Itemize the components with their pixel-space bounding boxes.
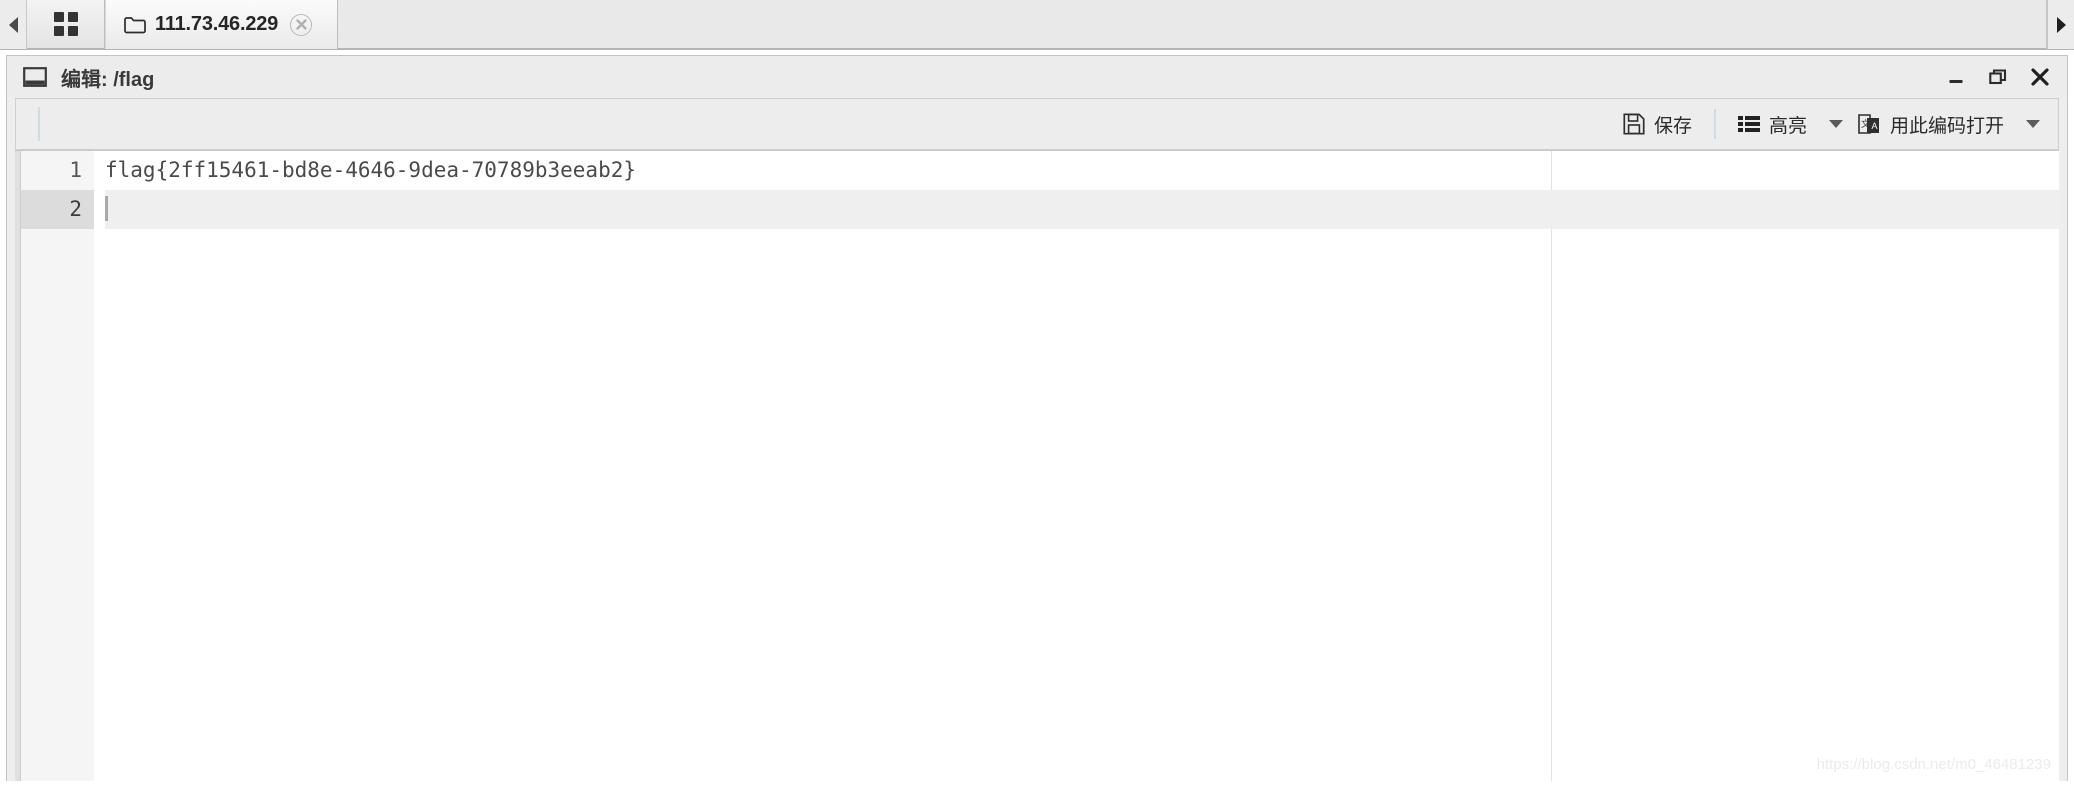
tab-bar-empty-space <box>338 0 2047 49</box>
minimize-button[interactable] <box>1945 66 1967 88</box>
floppy-save-icon <box>1623 113 1645 135</box>
chevron-left-icon <box>8 16 18 33</box>
grid-apps-icon <box>53 12 78 36</box>
code-line[interactable]: flag{2ff15461-bd8e-4646-9dea-70789b3eeab… <box>105 151 2059 190</box>
encoding-button[interactable]: A 文 用此编码打开 <box>1847 107 2014 142</box>
chevron-right-icon <box>2056 16 2066 33</box>
text-cursor <box>105 196 108 221</box>
highlight-button[interactable]: 高亮 <box>1728 107 1817 142</box>
editor-window: 编辑: /flag 保存 高亮 A 文 用此编码打开 1 2 flag{2ff1… <box>6 55 2068 781</box>
tab-bar: 111.73.46.229 <box>0 0 2074 50</box>
restore-button[interactable] <box>1987 66 2009 88</box>
line-number: 2 <box>21 190 94 229</box>
watermark-text: https://blog.csdn.net/m0_46481239 <box>1816 756 2051 773</box>
editor-toolbar: 保存 高亮 A 文 用此编码打开 <box>15 98 2059 150</box>
toolbar-separator-1 <box>1713 109 1716 139</box>
toolbar-left-separator <box>38 107 40 141</box>
list-lines-icon <box>1737 115 1760 133</box>
code-editor[interactable]: 1 2 flag{2ff15461-bd8e-4646-9dea-70789b3… <box>15 150 2059 781</box>
close-circle-icon[interactable] <box>290 13 313 36</box>
close-button[interactable] <box>2029 66 2051 88</box>
tab-scroll-left-button[interactable] <box>0 0 27 49</box>
window-title-bar: 编辑: /flag <box>7 56 2067 98</box>
right-margin-ruler <box>1551 151 1552 781</box>
save-label: 保存 <box>1653 115 1692 137</box>
encoding-translate-icon: A 文 <box>1857 113 1881 135</box>
apps-grid-button[interactable] <box>27 0 105 49</box>
encoding-label: 用此编码打开 <box>1889 115 2004 137</box>
folder-icon <box>124 16 146 34</box>
highlight-chevron-down-icon[interactable] <box>1828 120 1843 128</box>
encoding-chevron-down-icon[interactable] <box>2026 120 2040 128</box>
line-number: 1 <box>69 158 82 182</box>
svg-text:A: A <box>1871 121 1877 131</box>
tab-scroll-right-button[interactable] <box>2047 0 2074 49</box>
highlight-label: 高亮 <box>1768 115 1807 137</box>
line-number-gutter: 1 2 <box>21 151 95 781</box>
tab-item-host[interactable]: 111.73.46.229 <box>105 0 338 49</box>
page-title: 编辑: /flag <box>61 68 155 91</box>
code-line-active[interactable] <box>105 190 2059 229</box>
save-button[interactable]: 保存 <box>1613 107 1702 142</box>
code-area[interactable]: flag{2ff15461-bd8e-4646-9dea-70789b3eeab… <box>95 151 2059 781</box>
window-icon <box>23 67 47 87</box>
svg-text:文: 文 <box>1861 118 1870 129</box>
tab-label: 111.73.46.229 <box>155 13 279 35</box>
window-controls <box>1945 66 2051 88</box>
